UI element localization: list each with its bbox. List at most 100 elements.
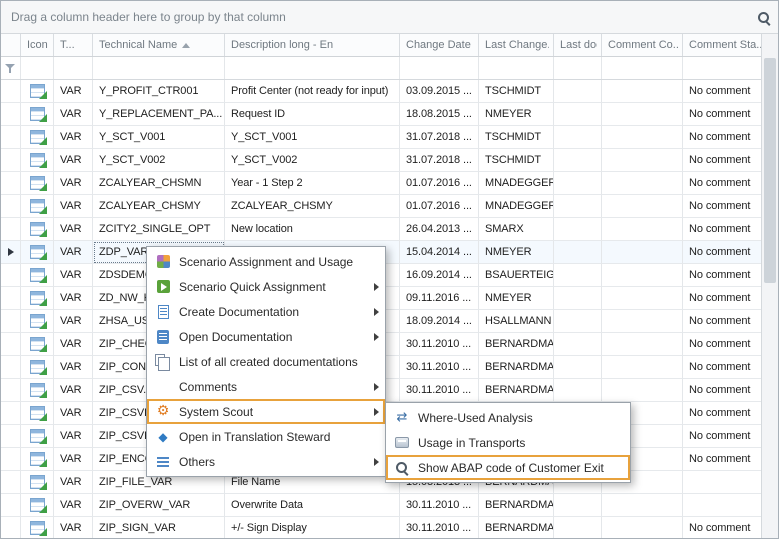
- table-row[interactable]: VARZIP_CSV...30.11.2010 ...BERNARDMANo c…: [1, 379, 778, 402]
- table-row[interactable]: VARZCALYEAR_CHSMNYear - 1 Step 201.07.20…: [1, 172, 778, 195]
- cell-type[interactable]: VAR: [54, 80, 93, 103]
- cell-change-date[interactable]: 30.11.2010 ...: [400, 517, 479, 539]
- scrollbar-thumb[interactable]: [764, 58, 776, 283]
- cell-comment-count[interactable]: [602, 356, 683, 379]
- cell-last-change[interactable]: NMEYER: [479, 103, 554, 126]
- table-row[interactable]: VARZHSA_US...18.09.2014 ...HSALLMANNNo c…: [1, 310, 778, 333]
- cell-last-doc[interactable]: [554, 80, 602, 103]
- menu-item-create-documentation[interactable]: Create Documentation: [147, 299, 385, 324]
- cell-change-date[interactable]: 31.07.2018 ...: [400, 126, 479, 149]
- cell-change-date[interactable]: 15.04.2014 ...: [400, 241, 479, 264]
- cell-comment-count[interactable]: [602, 264, 683, 287]
- cell-comment-count[interactable]: [602, 379, 683, 402]
- cell-type[interactable]: VAR: [54, 126, 93, 149]
- cell-last-doc[interactable]: [554, 333, 602, 356]
- cell-technical-name[interactable]: ZIP_SIGN_VAR: [93, 517, 225, 539]
- cell-comment-count[interactable]: [602, 126, 683, 149]
- column-header-t[interactable]: T...: [54, 34, 93, 56]
- cell-technical-name[interactable]: ZIP_OVERW_VAR: [93, 494, 225, 517]
- cell-comment-count[interactable]: [602, 494, 683, 517]
- cell-change-date[interactable]: 01.07.2016 ...: [400, 195, 479, 218]
- menu-item-system-scout[interactable]: System Scout: [147, 399, 385, 424]
- column-header-comment-co[interactable]: Comment Co...: [602, 34, 683, 56]
- cell-type[interactable]: VAR: [54, 172, 93, 195]
- cell-description[interactable]: ZCALYEAR_CHSMY: [225, 195, 400, 218]
- menu-item-scenario-assignment-and-usage[interactable]: Scenario Assignment and Usage: [147, 249, 385, 274]
- cell-change-date[interactable]: 30.11.2010 ...: [400, 356, 479, 379]
- cell-last-change[interactable]: NMEYER: [479, 241, 554, 264]
- cell-comment-count[interactable]: [602, 241, 683, 264]
- table-row[interactable]: VARZIP_CHEC...30.11.2010 ...BERNARDMANo …: [1, 333, 778, 356]
- table-row[interactable]: VARZD_NW_K...09.11.2016 ...NMEYERNo comm…: [1, 287, 778, 310]
- menu-item-open-documentation[interactable]: Open Documentation: [147, 324, 385, 349]
- menu-item-scenario-quick-assignment[interactable]: Scenario Quick Assignment: [147, 274, 385, 299]
- cell-last-change[interactable]: TSCHMIDT: [479, 80, 554, 103]
- cell-type[interactable]: VAR: [54, 517, 93, 539]
- cell-last-change[interactable]: MNADEGGER: [479, 172, 554, 195]
- menu-item-where-used-analysis[interactable]: Where-Used Analysis: [386, 405, 630, 430]
- cell-change-date[interactable]: 03.09.2015 ...: [400, 80, 479, 103]
- cell-last-doc[interactable]: [554, 126, 602, 149]
- cell-technical-name[interactable]: ZCALYEAR_CHSMY: [93, 195, 225, 218]
- cell-last-change[interactable]: TSCHMIDT: [479, 126, 554, 149]
- cell-type[interactable]: VAR: [54, 287, 93, 310]
- table-row[interactable]: VARZDP_VAR...15.04.2014 ...NMEYERNo comm…: [1, 241, 778, 264]
- filter-cell-technical-name[interactable]: [93, 57, 225, 79]
- cell-description[interactable]: +/- Sign Display: [225, 517, 400, 539]
- cell-comment-count[interactable]: [602, 218, 683, 241]
- cell-last-change[interactable]: BERNARDMA: [479, 517, 554, 539]
- filter-cell-description-long-en[interactable]: [225, 57, 400, 79]
- cell-last-doc[interactable]: [554, 103, 602, 126]
- cell-comment-count[interactable]: [602, 517, 683, 539]
- cell-description[interactable]: Y_SCT_V001: [225, 126, 400, 149]
- cell-last-change[interactable]: MNADEGGER: [479, 195, 554, 218]
- cell-last-doc[interactable]: [554, 517, 602, 539]
- cell-comment-count[interactable]: [602, 172, 683, 195]
- group-by-panel[interactable]: Drag a column header here to group by th…: [1, 1, 778, 34]
- menu-item-list-of-all-created-documentations[interactable]: List of all created documentations: [147, 349, 385, 374]
- cell-last-change[interactable]: BERNARDMA: [479, 356, 554, 379]
- cell-technical-name[interactable]: ZCALYEAR_CHSMN: [93, 172, 225, 195]
- table-row[interactable]: VARY_PROFIT_CTR001Profit Center (not rea…: [1, 80, 778, 103]
- cell-last-doc[interactable]: [554, 310, 602, 333]
- column-header-description-long-en[interactable]: Description long - En: [225, 34, 400, 56]
- cell-last-doc[interactable]: [554, 356, 602, 379]
- cell-last-doc[interactable]: [554, 241, 602, 264]
- cell-change-date[interactable]: 30.11.2010 ...: [400, 333, 479, 356]
- cell-change-date[interactable]: 16.09.2014 ...: [400, 264, 479, 287]
- cell-last-doc[interactable]: [554, 149, 602, 172]
- cell-type[interactable]: VAR: [54, 356, 93, 379]
- cell-technical-name[interactable]: Y_SCT_V001: [93, 126, 225, 149]
- cell-type[interactable]: VAR: [54, 264, 93, 287]
- cell-last-change[interactable]: BSAUERTEIG: [479, 264, 554, 287]
- cell-last-change[interactable]: BERNARDMA: [479, 494, 554, 517]
- cell-change-date[interactable]: 18.08.2015 ...: [400, 103, 479, 126]
- cell-description[interactable]: Profit Center (not ready for input): [225, 80, 400, 103]
- menu-item-comments[interactable]: Comments: [147, 374, 385, 399]
- cell-comment-count[interactable]: [602, 195, 683, 218]
- search-button[interactable]: [753, 7, 775, 29]
- cell-type[interactable]: VAR: [54, 402, 93, 425]
- cell-type[interactable]: VAR: [54, 448, 93, 471]
- cell-last-change[interactable]: BERNARDMA: [479, 333, 554, 356]
- cell-description[interactable]: Request ID: [225, 103, 400, 126]
- cell-type[interactable]: VAR: [54, 195, 93, 218]
- cell-last-doc[interactable]: [554, 379, 602, 402]
- table-row[interactable]: VARY_REPLACEMENT_PA...Request ID18.08.20…: [1, 103, 778, 126]
- menu-item-usage-in-transports[interactable]: Usage in Transports: [386, 430, 630, 455]
- cell-last-doc[interactable]: [554, 494, 602, 517]
- cell-last-doc[interactable]: [554, 264, 602, 287]
- cell-last-doc[interactable]: [554, 195, 602, 218]
- table-row[interactable]: VARZIP_OVERW_VAROverwrite Data30.11.2010…: [1, 494, 778, 517]
- cell-last-change[interactable]: NMEYER: [479, 287, 554, 310]
- cell-comment-count[interactable]: [602, 310, 683, 333]
- column-header-icon[interactable]: Icon: [21, 34, 54, 56]
- table-row[interactable]: VARZIP_CONV...30.11.2010 ...BERNARDMANo …: [1, 356, 778, 379]
- filter-cell-comment-co[interactable]: [602, 57, 683, 79]
- menu-item-show-abap-code-of-customer-exit[interactable]: Show ABAP code of Customer Exit: [386, 455, 630, 480]
- cell-description[interactable]: Year - 1 Step 2: [225, 172, 400, 195]
- cell-last-doc[interactable]: [554, 287, 602, 310]
- cell-last-change[interactable]: HSALLMANN: [479, 310, 554, 333]
- cell-change-date[interactable]: 31.07.2018 ...: [400, 149, 479, 172]
- column-header-last-change[interactable]: Last Change...: [479, 34, 554, 56]
